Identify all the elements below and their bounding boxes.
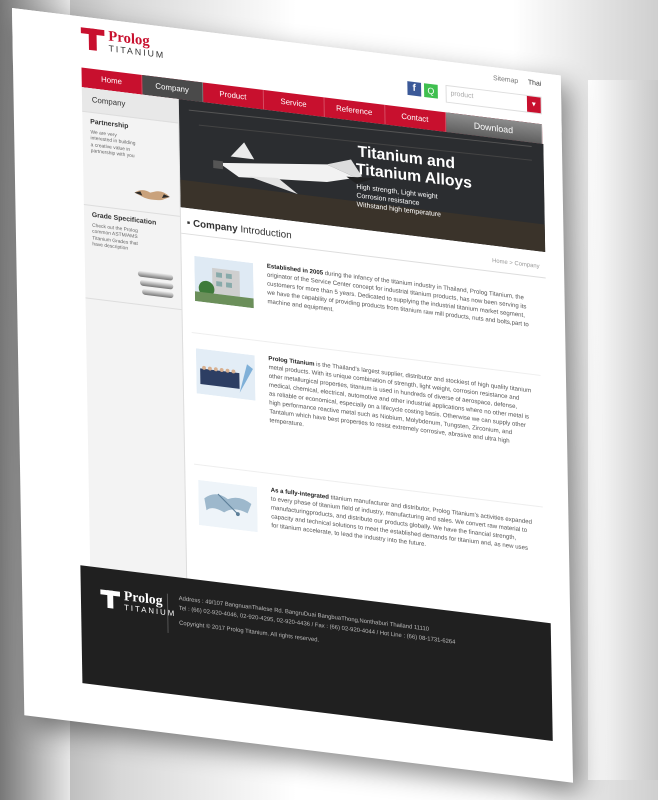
integrated-body: titanium manufacturer and distributor, P… (270, 493, 533, 552)
pipes-image (137, 270, 174, 299)
search-dropdown-icon[interactable]: ▾ (526, 95, 541, 114)
footer-info: Address : 49/107 BangnuanThalese Rd. Ban… (179, 595, 542, 674)
section-title: ▪ Company Introduction (186, 217, 292, 242)
intro-body: during the infancy of the titanium indus… (266, 269, 529, 329)
section-title-bold: Company (192, 218, 238, 235)
social-icons: f Q (407, 81, 438, 99)
qq-icon[interactable]: Q (423, 83, 438, 99)
supplier-body: is the Thailand's largest supplier, dist… (268, 360, 532, 445)
intro-text: Established in 2005 during the infancy o… (267, 263, 532, 340)
sidebar: Company Partnership We are very interest… (81, 87, 188, 579)
footer-address: Address : 49/107 BangnuanThalese Rd. Ban… (178, 596, 430, 633)
handshake-image (134, 190, 170, 201)
logo-icon (80, 27, 105, 52)
search-input[interactable]: product (447, 86, 528, 112)
footer-logo-icon (100, 589, 121, 609)
sitemap-link[interactable]: Sitemap (493, 75, 518, 85)
supplier-text: Prolog Titanium is the Thailand's larges… (268, 355, 534, 458)
thai-link[interactable]: Thai (528, 79, 541, 88)
breadcrumb: Home > Company (492, 258, 540, 270)
top-links: Sitemap Thai (485, 74, 541, 88)
partnership-text: We are very interested in building a cre… (90, 129, 136, 160)
site-logo[interactable]: Prolog TITANIUM (80, 26, 165, 60)
section-title-rest: Introduction (240, 224, 292, 242)
building-image (194, 255, 254, 309)
grade-text: Check out the Prolog common ASTM/AMS Tit… (92, 222, 138, 252)
grade-box[interactable]: Grade Specification Check out the Prolog… (83, 205, 182, 311)
footer-logo[interactable]: Prolog TITANIUM (100, 587, 176, 618)
background-right (588, 80, 658, 780)
search-box: product ▾ (445, 84, 542, 115)
team-image (195, 348, 256, 401)
website-mockup: Prolog TITANIUM Sitemap Thai f Q product… (12, 8, 574, 783)
facebook-icon[interactable]: f (407, 81, 422, 97)
globe-map-image (198, 479, 258, 533)
partnership-box[interactable]: Partnership We are very interested in bu… (82, 111, 180, 217)
